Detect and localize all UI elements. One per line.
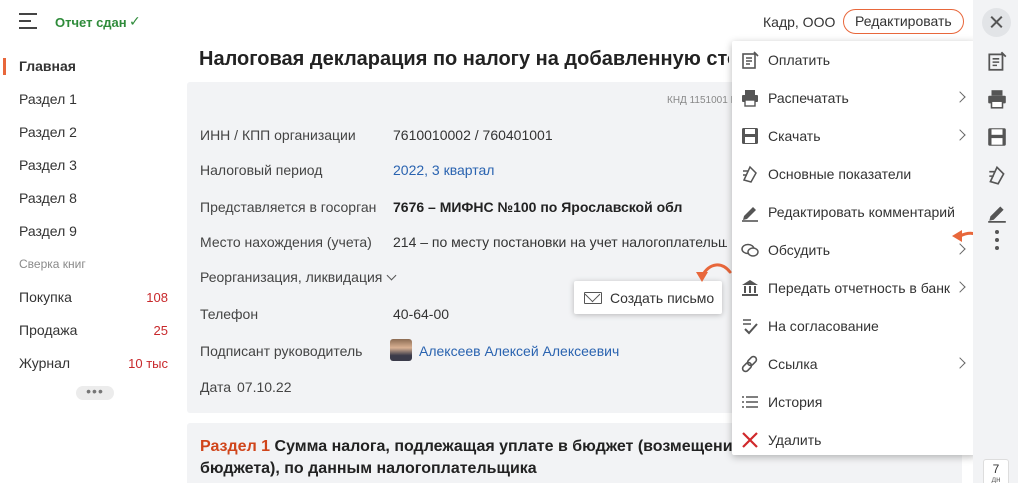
chevron-right-icon	[954, 281, 966, 293]
phone-value: 40-64-00	[393, 306, 450, 322]
menu-item-history[interactable]: История	[732, 383, 976, 421]
sidebar-more-button[interactable]: •••	[76, 384, 114, 400]
actions-menu: Оплатить Распечатать Скачать Основные по…	[732, 41, 976, 455]
chevron-right-icon	[954, 91, 966, 103]
menu-item-pay[interactable]: Оплатить	[732, 41, 976, 79]
days-value: 7	[992, 462, 1000, 476]
menu-item-print[interactable]: Распечатать	[732, 79, 976, 117]
menu-item-delete[interactable]: Удалить	[732, 421, 976, 459]
sidebar-item-sales[interactable]: Продажа 25	[0, 314, 183, 347]
count-badge: 10 тыс	[128, 356, 168, 371]
menu-item-label: Распечатать	[768, 90, 849, 106]
inn-kpp-value: 7610010002 / 760401001	[393, 127, 553, 143]
tax-period-link[interactable]: 2022, 3 квартал	[393, 162, 723, 178]
menu-item-label: Скачать	[768, 128, 821, 144]
field-label: Место нахождения (учета)	[200, 234, 372, 250]
menu-item-label: Оплатить	[768, 52, 831, 68]
menu-item-label: История	[768, 394, 823, 410]
hint-arrow-icon	[696, 263, 732, 282]
menu-item-link[interactable]: Ссылка	[732, 345, 976, 383]
menu-item-edit-comment[interactable]: Редактировать комментарий	[732, 193, 976, 231]
location-value: 214 – по месту постановки на учет налого…	[393, 234, 727, 250]
field-label: ИНН / КПП организации	[200, 127, 356, 143]
report-status: Отчет сдан	[55, 15, 127, 30]
avatar	[390, 339, 412, 361]
sidebar-item-label: Продажа	[19, 322, 78, 338]
edit-button[interactable]: Редактировать	[843, 9, 964, 34]
sidebar-item-purchase[interactable]: Покупка 108	[0, 281, 183, 314]
days-unit: дн	[991, 475, 1001, 483]
menu-item-label: Основные показатели	[768, 166, 912, 182]
menu-item-indicators[interactable]: Основные показатели	[732, 155, 976, 193]
section-number: Раздел 1	[200, 438, 271, 455]
mail-icon	[584, 292, 602, 304]
sidebar-item-journal[interactable]: Журнал 10 тыс	[0, 347, 183, 380]
more-vertical-icon[interactable]	[995, 230, 999, 254]
sidebar-item-section-8[interactable]: Раздел 8	[0, 182, 183, 215]
field-label: Реорганизация, ликвидация	[200, 269, 383, 285]
delete-icon	[742, 432, 758, 448]
check-icon: ✓	[129, 13, 141, 29]
reorganization-toggle[interactable]: Реорганизация, ликвидация	[200, 269, 397, 285]
org-name[interactable]: Кадр, ООО	[763, 14, 835, 30]
chevron-right-icon	[954, 357, 966, 369]
field-label: Подписант руководитель	[200, 343, 363, 359]
chevron-down-icon	[386, 270, 397, 281]
menu-item-label: На согласование	[768, 318, 879, 334]
page-title: Налоговая декларация по налогу на добавл…	[199, 48, 729, 70]
create-letter-label: Создать письмо	[610, 290, 715, 306]
bank-icon	[742, 280, 758, 296]
menu-item-label: Обсудить	[768, 242, 830, 258]
pay-icon[interactable]	[986, 50, 1008, 72]
field-label: Телефон	[200, 306, 259, 322]
tax-authority-value: 7676 – МИФНС №100 по Ярославской обл	[393, 199, 683, 215]
section-title-text: Сумма налога, подлежащая уплате в бюджет…	[200, 438, 769, 477]
sidebar-item-section-3[interactable]: Раздел 3	[0, 149, 183, 182]
chevron-right-icon	[954, 129, 966, 141]
sidebar-group-books: Сверка книг	[19, 257, 86, 271]
menu-item-label: Редактировать комментарий	[768, 204, 955, 220]
pay-icon	[742, 51, 759, 69]
indicators-icon	[742, 165, 757, 183]
sidebar-item-section-2[interactable]: Раздел 2	[0, 116, 183, 149]
field-label: Представляется в госорган	[200, 199, 377, 215]
save-icon[interactable]	[986, 126, 1008, 148]
menu-item-label: Ссылка	[768, 356, 818, 372]
menu-hamburger-icon[interactable]	[19, 13, 37, 29]
indicators-icon[interactable]	[986, 164, 1008, 186]
menu-item-download[interactable]: Скачать	[732, 117, 976, 155]
count-badge: 108	[146, 290, 168, 305]
sidebar-item-label: Журнал	[19, 355, 71, 371]
field-label: Налоговый период	[200, 162, 323, 178]
menu-item-label: Удалить	[768, 432, 822, 448]
print-icon[interactable]	[986, 88, 1008, 110]
sidebar: Главная Раздел 1 Раздел 2 Раздел 3 Разде…	[0, 50, 183, 400]
menu-item-approval[interactable]: На согласование	[732, 307, 976, 345]
pen-icon	[742, 207, 758, 222]
chat-icon	[741, 243, 759, 257]
history-icon	[742, 396, 758, 408]
menu-item-label: Передать отчетность в банк	[768, 280, 951, 296]
link-icon	[741, 355, 758, 373]
save-icon	[742, 128, 758, 144]
menu-item-discuss[interactable]: Обсудить	[732, 231, 976, 269]
signer-link[interactable]: Алексеев Алексей Алексеевич	[419, 343, 619, 359]
right-action-rail: 7 дн	[973, 0, 1018, 483]
field-label: Дата	[200, 379, 232, 395]
sidebar-item-main[interactable]: Главная	[0, 50, 183, 83]
sidebar-item-section-1[interactable]: Раздел 1	[0, 83, 183, 116]
count-badge: 25	[153, 323, 168, 338]
approval-icon	[743, 319, 758, 335]
sidebar-item-label: Покупка	[19, 289, 72, 305]
date-value: 07.10.22	[237, 379, 292, 395]
print-icon	[742, 90, 758, 107]
pen-icon[interactable]	[986, 201, 1008, 223]
menu-item-send-to-bank[interactable]: Передать отчетность в банк	[732, 269, 976, 307]
close-icon[interactable]	[982, 8, 1011, 37]
days-counter[interactable]: 7 дн	[983, 459, 1009, 483]
sidebar-item-section-9[interactable]: Раздел 9	[0, 215, 183, 248]
top-bar: Отчет сдан ✓ Кадр, ООО Редактировать	[0, 0, 972, 44]
